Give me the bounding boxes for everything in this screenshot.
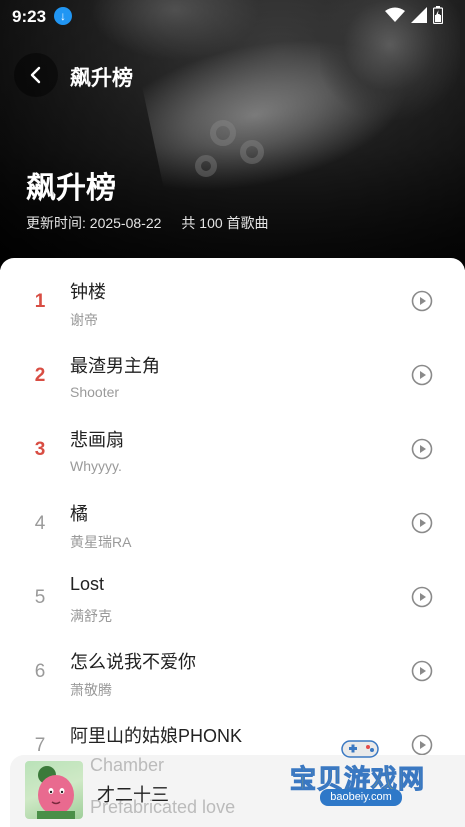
song-title: 钟楼 <box>70 282 106 302</box>
download-icon: ↓ <box>54 7 72 25</box>
song-title: 橘 <box>70 504 88 524</box>
nav-title: 飙升榜 <box>70 67 133 90</box>
watermark-url: baobeiy.com <box>320 789 402 806</box>
rank-number: 1 <box>34 291 46 312</box>
update-time: 更新时间: 2025-08-22 <box>26 215 162 231</box>
song-artist: 萧敬腾 <box>70 682 112 698</box>
song-row[interactable]: 6 怎么说我不爱你 萧敬腾 <box>0 636 465 710</box>
song-title: Lost <box>70 574 105 594</box>
song-artist: Whyyyy. <box>70 458 122 474</box>
play-circle-icon[interactable] <box>411 586 433 608</box>
signal-icon <box>411 7 427 23</box>
cover-art-icon <box>37 766 75 819</box>
song-artist: 满舒克 <box>70 608 112 624</box>
album-cover[interactable] <box>25 761 83 819</box>
status-bar: 9:23 ↓ <box>0 0 465 34</box>
song-artist: 谢帝 <box>70 312 98 328</box>
rank-number: 3 <box>34 439 46 460</box>
wifi-icon <box>385 7 405 22</box>
play-circle-icon[interactable] <box>411 660 433 682</box>
watermark-logo: 宝贝游戏网 baobeiy.com <box>289 735 440 810</box>
rank-number: 7 <box>34 735 46 756</box>
song-row[interactable]: 5 Lost 满舒克 <box>0 562 465 636</box>
playlist-meta: 更新时间: 2025-08-22 共 100 首歌曲 <box>26 213 269 233</box>
rank-number: 4 <box>34 513 46 534</box>
song-row[interactable]: 1 钟楼 谢帝 <box>0 266 465 340</box>
rank-number: 2 <box>34 365 46 386</box>
battery-icon <box>433 6 443 24</box>
rank-number: 6 <box>34 661 46 682</box>
now-playing-title: 才二十三 <box>97 785 169 805</box>
song-row[interactable]: 2 最渣男主角 Shooter <box>0 340 465 414</box>
song-row[interactable]: 4 橘 黄星瑞RA <box>0 488 465 562</box>
back-button[interactable] <box>14 53 58 97</box>
back-arrow-icon <box>30 66 41 84</box>
page-title: 飙升榜 <box>26 172 116 205</box>
rank-number: 5 <box>34 587 46 608</box>
play-circle-icon[interactable] <box>411 290 433 312</box>
status-time: 9:23 <box>12 7 47 26</box>
song-row[interactable]: 3 悲画扇 Whyyyy. <box>0 414 465 488</box>
gamepad-icon <box>341 740 379 758</box>
song-count: 共 100 首歌曲 <box>181 215 269 231</box>
play-circle-icon[interactable] <box>411 364 433 386</box>
song-title: 怎么说我不爱你 <box>70 652 196 672</box>
song-title: 阿里山的姑娘PHONK <box>70 726 243 746</box>
play-circle-icon[interactable] <box>411 438 433 460</box>
song-artist: 黄星瑞RA <box>70 534 132 550</box>
song-title: 最渣男主角 <box>70 356 160 376</box>
ghost-artist: Chamber <box>90 755 165 775</box>
song-artist: Shooter <box>70 384 120 400</box>
play-circle-icon[interactable] <box>411 512 433 534</box>
song-title: 悲画扇 <box>70 430 124 450</box>
